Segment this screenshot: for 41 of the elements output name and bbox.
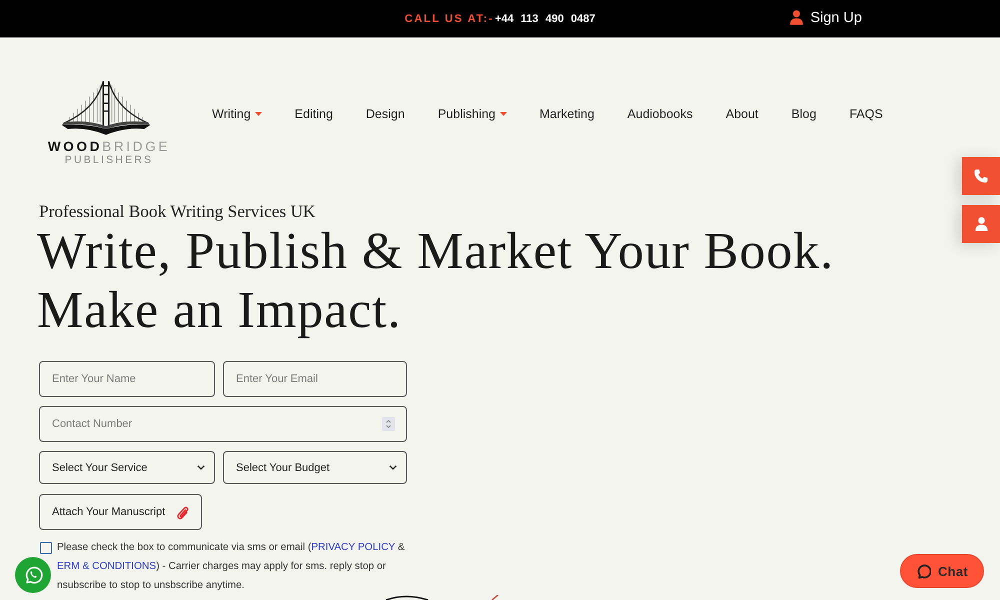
bridge-book-icon [60,80,152,137]
sign-up-button[interactable]: Sign Up [790,10,862,26]
consent-link[interactable]: PRIVACY POLICY [311,542,396,553]
person-icon [790,10,804,25]
nav-link[interactable]: Writing [212,107,262,121]
chevron-down-icon [197,465,205,470]
phone-bubble-icon[interactable] [15,557,51,593]
nav-link[interactable]: Design [366,107,405,121]
call-us-label: CALL US AT:- [404,12,494,24]
logo-tagline: PUBLISHERS [64,154,154,166]
input-field[interactable]: Enter Your Email [223,361,407,397]
hero-headline: Make an Impact. [37,281,402,340]
spinner-arrows-icon[interactable] [382,417,395,431]
caret-down-icon [254,112,262,116]
dropdown-select[interactable]: Select Your Budget [223,451,407,484]
profile-side-button[interactable] [962,205,1000,243]
person-icon [974,217,988,231]
input-field[interactable]: Enter Your Name [39,361,215,397]
nav-link[interactable]: Marketing [540,107,594,121]
chat-button[interactable]: Chat [900,554,984,588]
caret-down-icon [500,112,507,116]
nav-link[interactable]: Editing [294,107,333,121]
speech-bubble-icon [916,564,931,578]
chevron-down-icon [389,465,397,470]
nav-link[interactable]: About [726,107,758,121]
nav-link[interactable]: Publishing [438,107,507,121]
nav-link[interactable]: Blog [791,107,816,121]
phone-number-link[interactable]: +44 113 490 0487 [494,12,596,24]
paperclip-icon [176,504,189,520]
dropdown-select[interactable]: Select Your Service [39,451,215,484]
nav-link[interactable]: Audiobooks [627,107,693,121]
consent-text: Please check the box to communicate via sms or email (PRIVACY POLICY & ERM & CONDITIONS) - Carrier charges may apply for sms. reply stop or nsubscribe to stop to unsbscribe anytime. [57,541,406,593]
contact-number-field[interactable]: Contact Number [39,406,407,442]
consent-checkbox[interactable] [40,542,52,554]
call-side-button[interactable] [962,157,1000,195]
consent-link[interactable]: ERM & CONDITIONS [57,561,156,572]
attach-manuscript-button[interactable]: Attach Your Manuscript [39,494,202,530]
nav-link[interactable]: FAQS [849,107,883,121]
hero-eyebrow: Professional Book Writing Services UK [39,202,316,222]
hero-headline: Write, Publish & Market Your Book. [37,222,834,281]
phone-icon [974,169,988,183]
